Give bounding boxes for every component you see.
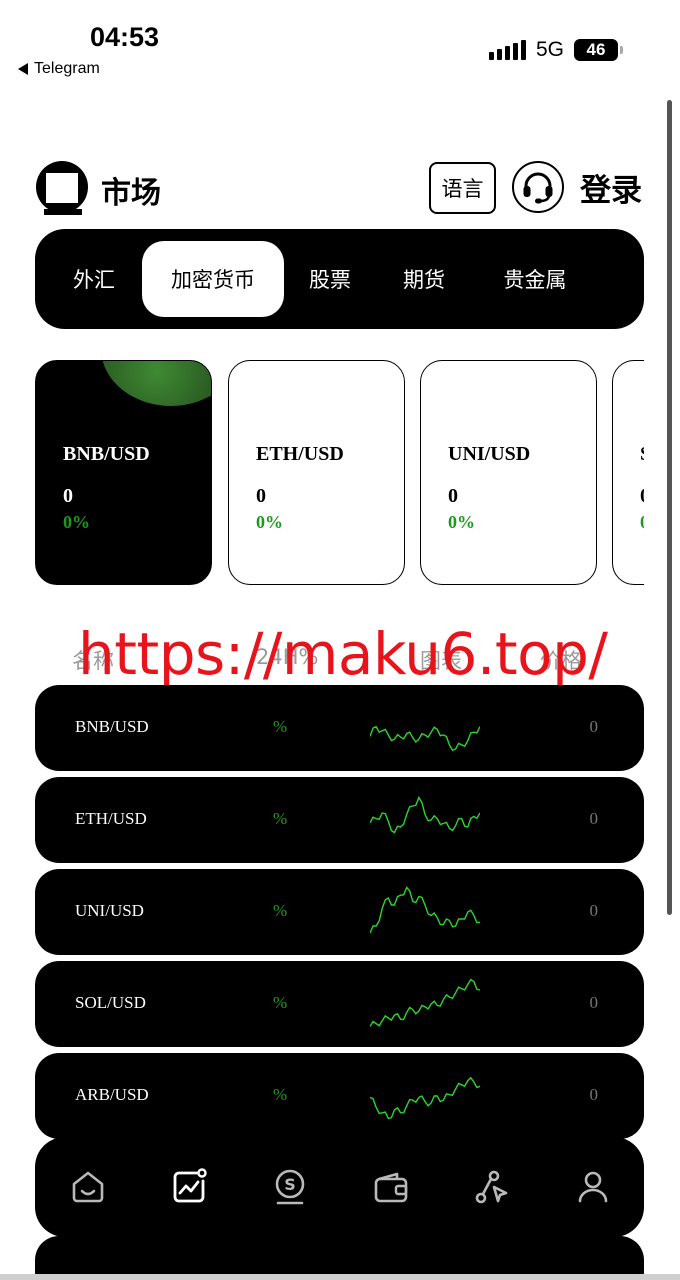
scrollbar[interactable] (667, 100, 672, 915)
card-pair: S (640, 443, 644, 466)
sparkline-path (370, 725, 480, 752)
nav-finance[interactable]: S (270, 1167, 310, 1207)
nav-wallet[interactable] (371, 1167, 411, 1207)
tab-stocks[interactable]: 股票 (293, 241, 367, 317)
sparkline-path (370, 796, 480, 834)
row-sparkline (370, 978, 480, 1027)
card-change: 0% (448, 512, 475, 532)
tab-forex[interactable]: 外汇 (53, 241, 135, 317)
row-price: 0 (589, 993, 599, 1012)
finance-icon: S (275, 1169, 305, 1205)
back-arrow-icon (18, 63, 28, 75)
row-pair: ARB/USD (75, 1085, 149, 1104)
card-price: 0 (256, 485, 266, 507)
card-price: 0 (63, 485, 73, 507)
battery-icon: 46 (574, 39, 623, 61)
nav-home[interactable] (68, 1167, 108, 1207)
row-change: % (273, 809, 288, 828)
market-row-uni[interactable]: UNI/USD % 0 (35, 869, 644, 955)
row-price: 0 (589, 717, 599, 736)
sparkline-path (370, 886, 480, 934)
card-change: 0 (640, 512, 644, 533)
language-button[interactable]: 语言 (429, 162, 496, 214)
market-row-arb[interactable]: ARB/USD % 0 (35, 1053, 644, 1139)
signal-icon (488, 40, 526, 60)
row-pair: SOL/USD (75, 993, 146, 1012)
row-change: % (273, 901, 288, 920)
svg-text:S: S (284, 1175, 296, 1194)
sparkline-path (370, 1076, 480, 1120)
profile-icon (578, 1171, 608, 1203)
home-indicator (0, 1274, 680, 1280)
market-row-eth[interactable]: ETH/USD % 0 (35, 777, 644, 863)
market-row-bnb[interactable]: BNB/USD % 0 (35, 685, 644, 771)
market-row-sol[interactable]: SOL/USD % 0 (35, 961, 644, 1047)
back-app-label: Telegram (34, 60, 100, 77)
card-pair: BNB/USD (63, 443, 150, 465)
card-change: 0% (256, 512, 283, 532)
back-to-telegram[interactable]: Telegram (18, 60, 100, 78)
tab-crypto[interactable]: 加密货币 (142, 241, 284, 317)
card-pair: ETH/USD (256, 443, 344, 465)
watermark-url: https://maku6.top/ (78, 620, 608, 688)
card-glow (101, 361, 211, 406)
row-price: 0 (589, 809, 599, 828)
share-icon (475, 1170, 508, 1204)
ticker-card-eth[interactable]: ETH/USD 0 0% (228, 360, 405, 585)
ticker-card-sol[interactable]: S 0 0 (612, 360, 644, 585)
ticker-carousel[interactable]: BNB/USD 0 0% ETH/USD 0 0% UNI/USD 0 0% S… (35, 360, 644, 585)
app-logo-icon (36, 161, 88, 215)
row-change: % (273, 717, 288, 736)
ticker-card-bnb[interactable]: BNB/USD 0 0% (35, 360, 212, 585)
row-sparkline (370, 725, 480, 752)
home-icon (72, 1171, 104, 1203)
row-pair: ETH/USD (75, 809, 147, 828)
row-sparkline (370, 1076, 480, 1120)
customer-support-button[interactable] (512, 161, 564, 213)
row-pair: BNB/USD (75, 717, 149, 736)
login-button[interactable]: 登录 (580, 165, 642, 210)
wallet-icon (374, 1172, 408, 1203)
row-sparkline (370, 886, 480, 934)
row-pair: UNI/USD (75, 901, 144, 920)
tab-precious-metals[interactable]: 贵金属 (487, 241, 583, 317)
sparkline-path (370, 978, 480, 1027)
status-time: 04:53 (90, 22, 160, 52)
status-indicators: 5G 46 (488, 38, 623, 62)
page-title: 市场 (101, 176, 161, 211)
headset-icon (523, 172, 553, 204)
card-change: 0% (63, 512, 90, 532)
row-price: 0 (589, 901, 599, 920)
card-price: 0 (448, 485, 458, 507)
nav-share[interactable] (472, 1167, 512, 1207)
tab-futures[interactable]: 期货 (387, 241, 461, 317)
card-price: 0 (640, 485, 644, 508)
ticker-card-uni[interactable]: UNI/USD 0 0% (420, 360, 597, 585)
nav-profile[interactable] (573, 1167, 613, 1207)
market-icon (173, 1168, 207, 1203)
bottom-navigation: S (35, 1137, 644, 1237)
network-type: 5G (535, 38, 564, 61)
card-pair: UNI/USD (448, 443, 531, 465)
nav-market[interactable] (169, 1167, 209, 1207)
market-category-tabs: 外汇 加密货币 股票 期货 贵金属 (35, 229, 644, 329)
row-sparkline (370, 796, 480, 834)
row-change: % (273, 993, 288, 1012)
row-change: % (273, 1085, 288, 1104)
row-price: 0 (589, 1085, 599, 1104)
